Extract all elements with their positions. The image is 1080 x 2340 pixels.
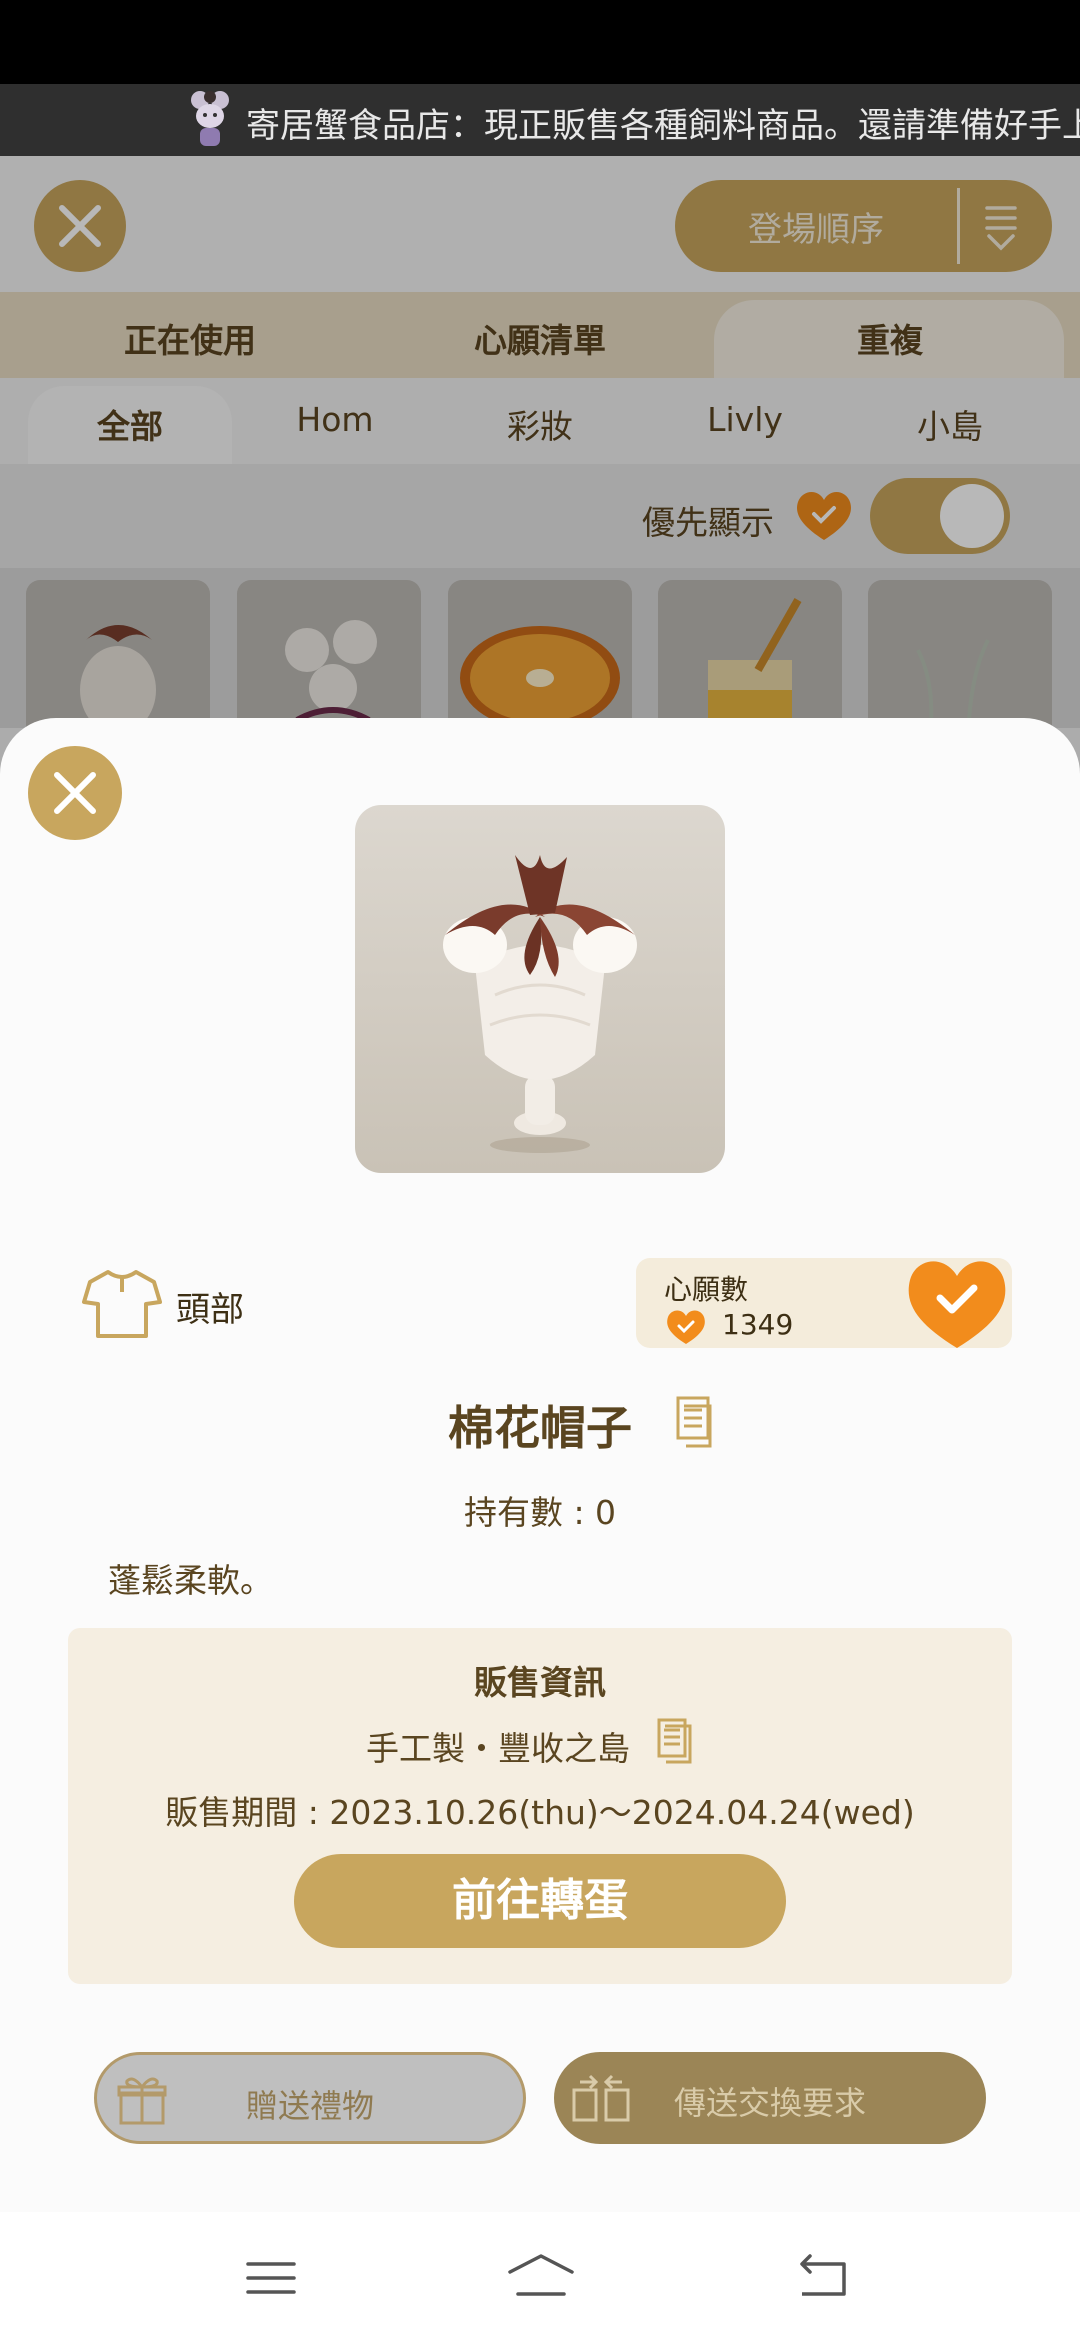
send-trade-request-label: 傳送交換要求 xyxy=(673,2084,866,2122)
shirt-icon xyxy=(82,1270,162,1338)
wish-count-title: 心願數 xyxy=(664,1273,749,1306)
status-bar xyxy=(0,0,1080,84)
close-icon xyxy=(54,772,96,814)
go-to-gacha-button[interactable]: 前往轉蛋 xyxy=(294,1854,786,1948)
cotton-hat-icon xyxy=(443,855,637,1153)
owned-count: 持有數 : 0 xyxy=(463,1493,617,1532)
document-icon[interactable] xyxy=(674,1396,718,1448)
send-gift-button[interactable]: 贈送禮物 xyxy=(94,2052,526,2144)
sale-info-title: 販售資訊 xyxy=(474,1663,606,1702)
item-name: 棉花帽子 xyxy=(448,1401,632,1455)
news-ticker: 寄居蟹食品店：現正販售各種飼料商品。還請準備好手上 xyxy=(0,84,1080,156)
ticker-text: 寄居蟹食品店：現正販售各種飼料商品。還請準備好手上 xyxy=(246,106,1080,146)
sale-source: 手工製・豐收之島 xyxy=(366,1729,630,1768)
wish-count-value: 1349 xyxy=(722,1308,794,1341)
document-icon[interactable] xyxy=(656,1718,694,1764)
mascot-icon xyxy=(191,91,229,146)
sheet-close-button[interactable] xyxy=(28,746,122,840)
sale-period: 販售期間 : 2023.10.26(thu)〜2024.04.24(wed) xyxy=(165,1793,915,1832)
send-gift-label: 贈送禮物 xyxy=(245,2087,374,2125)
category-label: 頭部 xyxy=(176,1290,244,1330)
wishlist-heart-button[interactable] xyxy=(902,1252,1012,1352)
heart-check-icon xyxy=(667,1310,705,1344)
item-image xyxy=(355,805,725,1173)
send-trade-request-button[interactable]: 傳送交換要求 xyxy=(554,2052,986,2144)
menu-icon[interactable] xyxy=(244,2250,298,2306)
home-icon[interactable] xyxy=(506,2250,576,2306)
back-icon[interactable] xyxy=(794,2250,850,2306)
item-description: 蓬鬆柔軟。 xyxy=(108,1561,273,1600)
go-to-gacha-label: 前往轉蛋 xyxy=(452,1875,628,1926)
